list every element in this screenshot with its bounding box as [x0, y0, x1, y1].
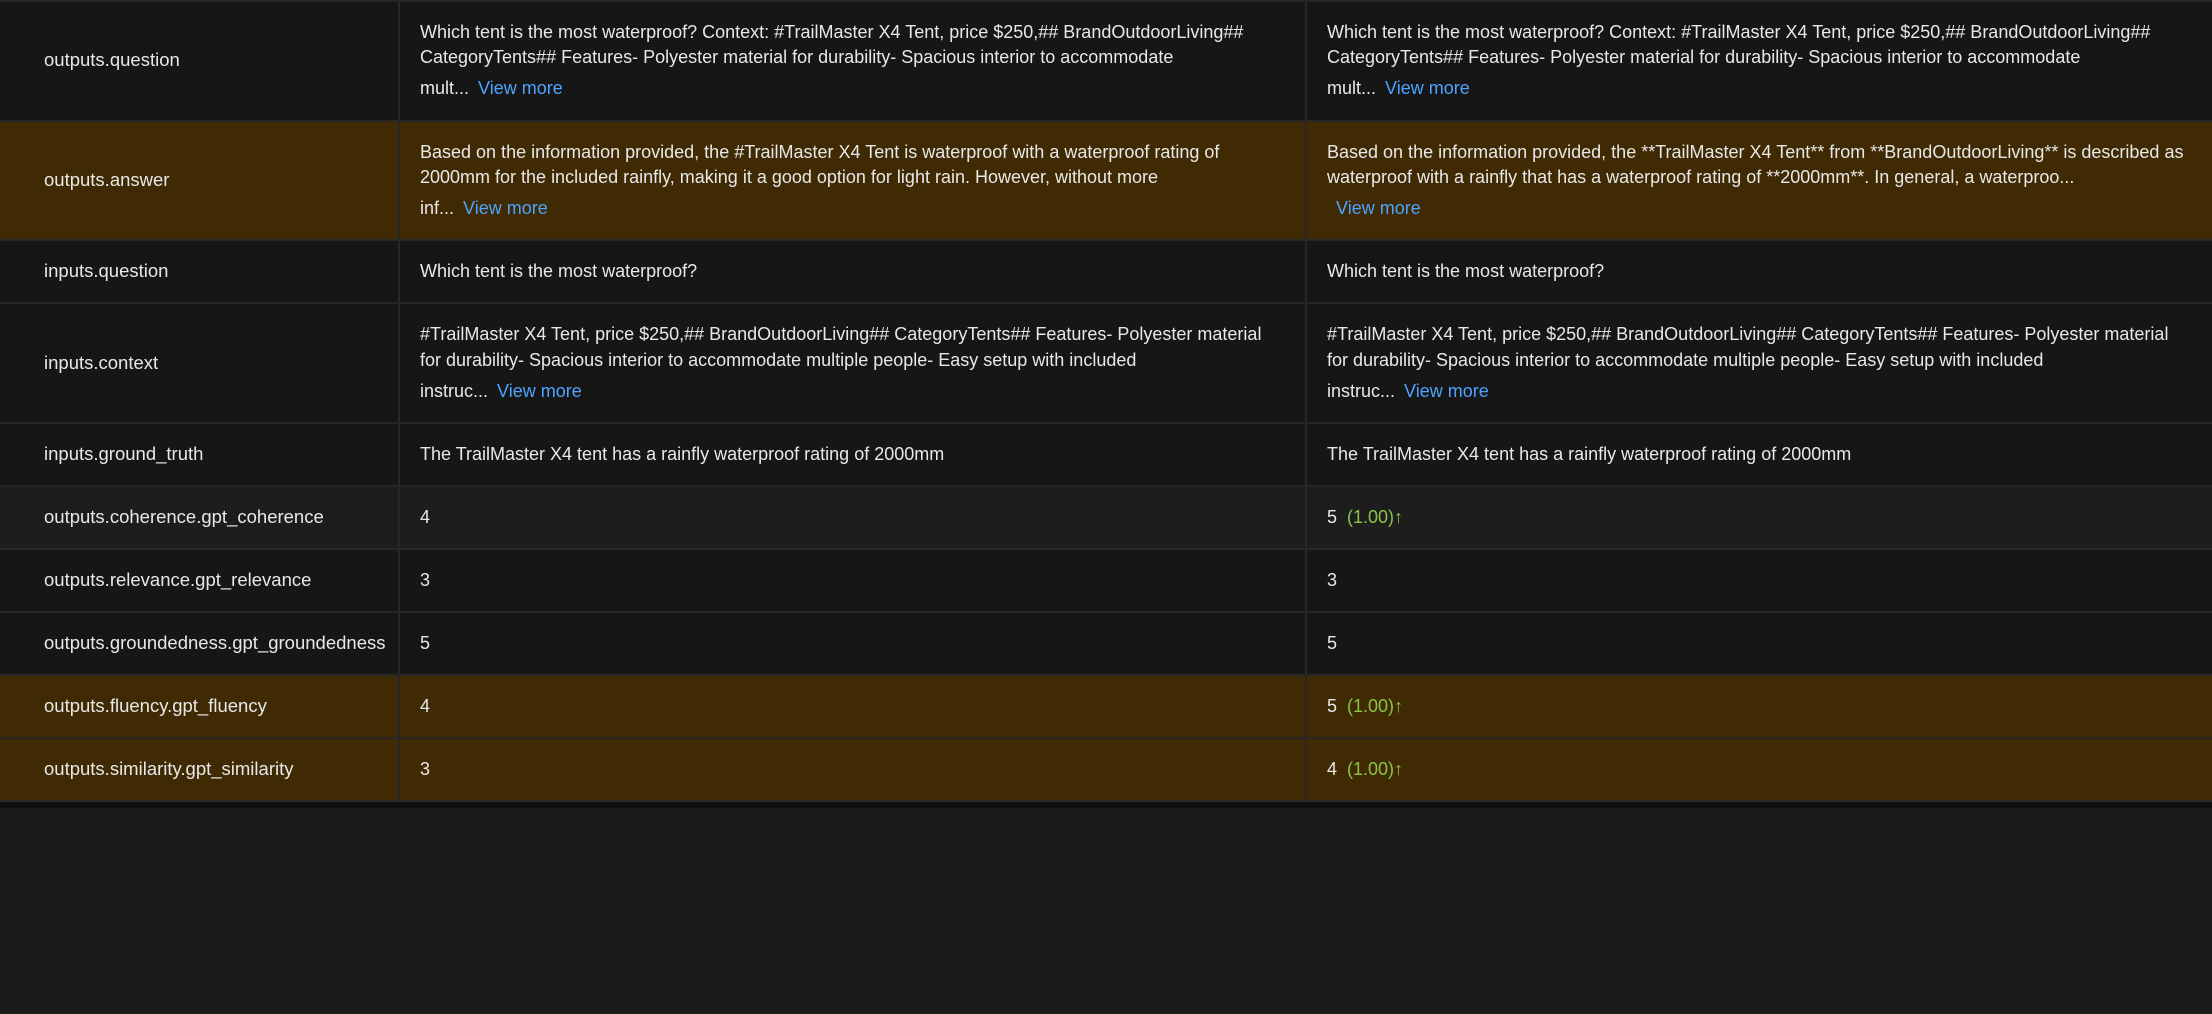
table-row: inputs.question Which tent is the most wa…: [0, 239, 2212, 302]
arrow-up-icon: ↑: [1394, 696, 1403, 716]
value-cell-right: 5 (1.00)↑: [1307, 676, 2212, 737]
row-key: outputs.answer: [0, 122, 400, 240]
view-more-link[interactable]: View more: [497, 381, 582, 401]
row-key: inputs.ground_truth: [0, 424, 400, 485]
value-cell-left: 3: [400, 550, 1307, 611]
table-row: outputs.fluency.gpt_fluency 4 5 (1.00)↑: [0, 674, 2212, 737]
row-key: outputs.question: [0, 2, 400, 120]
metric-value: 5: [1327, 694, 1337, 718]
metric-value: 5: [1327, 505, 1337, 529]
cell-text: The TrailMaster X4 tent has a rainfly wa…: [420, 444, 944, 464]
view-more-link[interactable]: View more: [1404, 381, 1489, 401]
table-row: outputs.relevance.gpt_relevance 3 3: [0, 548, 2212, 611]
value-cell-right: Which tent is the most waterproof? Conte…: [1307, 2, 2212, 120]
value-cell-left: 4: [400, 487, 1307, 548]
table-row: outputs.similarity.gpt_similarity 3 4 (1.00…: [0, 737, 2212, 800]
metric-delta: (1.00)↑: [1347, 694, 1403, 718]
cell-text-tail: inf...: [420, 198, 454, 218]
value-cell-right: 3: [1307, 550, 2212, 611]
row-key: inputs.question: [0, 241, 400, 302]
cell-text: Which tent is the most waterproof?: [1327, 261, 1604, 281]
value-cell-left: Which tent is the most waterproof? Conte…: [400, 2, 1307, 120]
value-cell-right: 5 (1.00)↑: [1307, 487, 2212, 548]
metric-value: 5: [1327, 631, 1337, 655]
metric-value: 3: [1327, 568, 1337, 592]
cell-text: Which tent is the most waterproof?: [420, 261, 697, 281]
table-row: outputs.coherence.gpt_coherence 4 5 (1.00)↑: [0, 485, 2212, 548]
value-cell-left: 3: [400, 739, 1307, 800]
value-cell-right: 4 (1.00)↑: [1307, 739, 2212, 800]
cell-text: #TrailMaster X4 Tent, price $250,## Bran…: [420, 324, 1261, 369]
row-key: outputs.groundedness.gpt_groundedness: [0, 613, 400, 674]
cell-text: Based on the information provided, the #…: [420, 142, 1219, 187]
cell-text: Which tent is the most waterproof? Conte…: [420, 22, 1243, 67]
arrow-up-icon: ↑: [1394, 507, 1403, 527]
metric-value: 5: [420, 631, 430, 655]
value-cell-right: 5: [1307, 613, 2212, 674]
view-more-link[interactable]: View more: [463, 198, 548, 218]
table-row: outputs.question Which tent is the most w…: [0, 0, 2212, 120]
table-row: inputs.context #TrailMaster X4 Tent, pric…: [0, 302, 2212, 422]
row-key: outputs.similarity.gpt_similarity: [0, 739, 400, 800]
comparison-table: outputs.question Which tent is the most w…: [0, 0, 2212, 808]
value-cell-right: #TrailMaster X4 Tent, price $250,## Bran…: [1307, 304, 2212, 422]
value-cell-left: 4: [400, 676, 1307, 737]
cell-text-tail: instruc...: [1327, 381, 1395, 401]
cell-text-tail: mult...: [420, 78, 469, 98]
value-cell-right: Which tent is the most waterproof?: [1307, 241, 2212, 302]
view-more-link[interactable]: View more: [1385, 78, 1470, 98]
value-cell-left: Which tent is the most waterproof?: [400, 241, 1307, 302]
value-cell-left: The TrailMaster X4 tent has a rainfly wa…: [400, 424, 1307, 485]
metric-value: 3: [420, 757, 430, 781]
metric-value: 4: [420, 505, 430, 529]
table-bottom-divider: [0, 800, 2212, 808]
row-key: outputs.fluency.gpt_fluency: [0, 676, 400, 737]
table-row: outputs.answer Based on the information p…: [0, 120, 2212, 240]
table-row: inputs.ground_truth The TrailMaster X4 te…: [0, 422, 2212, 485]
cell-text: The TrailMaster X4 tent has a rainfly wa…: [1327, 444, 1851, 464]
cell-text: Which tent is the most waterproof? Conte…: [1327, 22, 2150, 67]
row-key: inputs.context: [0, 304, 400, 422]
cell-text-tail: mult...: [1327, 78, 1376, 98]
metric-value: 4: [420, 694, 430, 718]
metric-value: 4: [1327, 757, 1337, 781]
metric-delta: (1.00)↑: [1347, 757, 1403, 781]
value-cell-left: Based on the information provided, the #…: [400, 122, 1307, 240]
row-key: outputs.coherence.gpt_coherence: [0, 487, 400, 548]
value-cell-right: The TrailMaster X4 tent has a rainfly wa…: [1307, 424, 2212, 485]
table-row: outputs.groundedness.gpt_groundedness 5 5: [0, 611, 2212, 674]
cell-text: #TrailMaster X4 Tent, price $250,## Bran…: [1327, 324, 2168, 369]
metric-delta: (1.00)↑: [1347, 505, 1403, 529]
value-cell-left: #TrailMaster X4 Tent, price $250,## Bran…: [400, 304, 1307, 422]
row-key: outputs.relevance.gpt_relevance: [0, 550, 400, 611]
value-cell-right: Based on the information provided, the *…: [1307, 122, 2212, 240]
view-more-link[interactable]: View more: [478, 78, 563, 98]
value-cell-left: 5: [400, 613, 1307, 674]
cell-text: Based on the information provided, the *…: [1327, 142, 2183, 187]
metric-value: 3: [420, 568, 430, 592]
cell-text-tail: instruc...: [420, 381, 488, 401]
view-more-link[interactable]: View more: [1336, 198, 1421, 218]
arrow-up-icon: ↑: [1394, 759, 1403, 779]
